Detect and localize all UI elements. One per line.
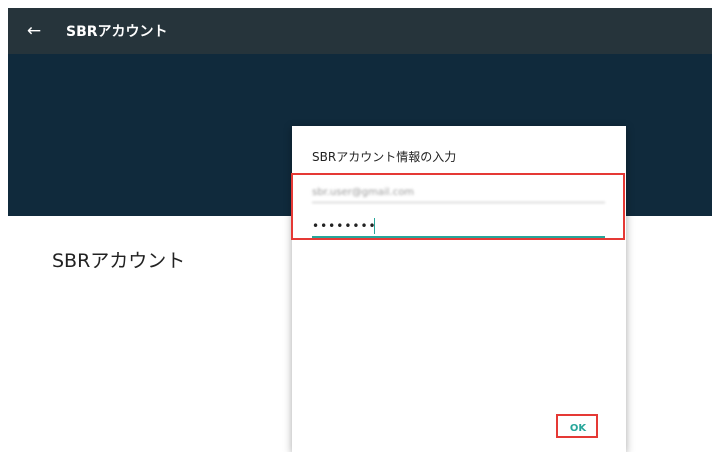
app-bar: ← SBRアカウント — [8, 8, 712, 54]
app-screen: ← SBRアカウント SBRアカウント SBRアカウント情報の入力 OK — [8, 8, 712, 452]
inputs-highlight-box — [291, 173, 625, 240]
page-heading: SBRアカウント — [52, 250, 186, 272]
dialog-title: SBRアカウント情報の入力 — [312, 150, 457, 164]
back-arrow-icon[interactable]: ← — [23, 20, 45, 42]
ok-highlight-box — [556, 414, 598, 438]
app-bar-title: SBRアカウント — [66, 24, 168, 40]
